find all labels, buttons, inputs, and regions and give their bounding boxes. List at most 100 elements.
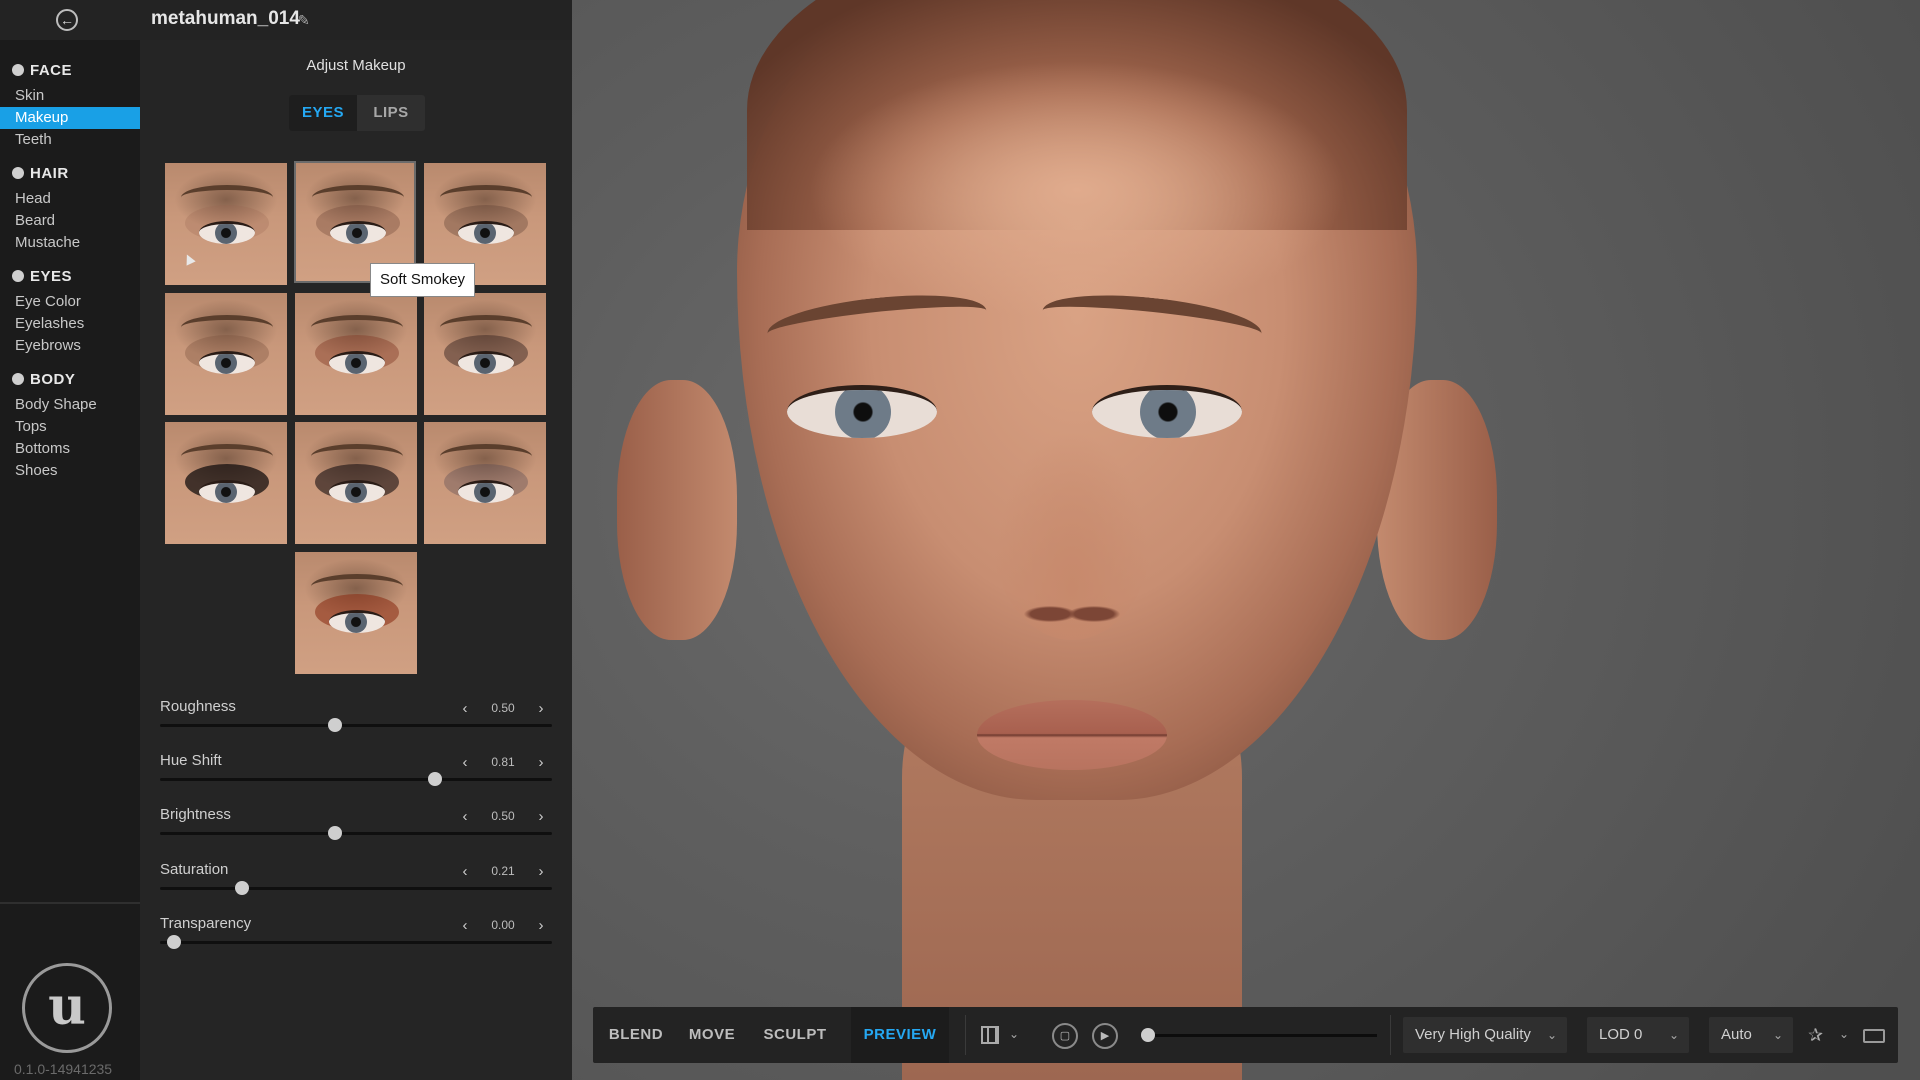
chevron-right-icon[interactable]: › [534,700,548,717]
preview-button[interactable]: PREVIEW [851,1007,949,1063]
chevron-left-icon[interactable]: ‹ [458,917,472,934]
chevron-down-icon[interactable]: ⌄ [1839,1027,1849,1041]
category-label: EYES [30,268,73,285]
makeup-preset-1[interactable] [165,163,287,285]
sidebar-item-beard[interactable]: Beard [0,210,140,232]
slider-handle[interactable] [328,718,342,732]
hue-shift-slider[interactable] [160,772,552,786]
divider [0,902,140,904]
lighting-icon[interactable]: ✰ [1808,1025,1823,1046]
sidebar-item-eyelashes[interactable]: Eyelashes [0,313,140,335]
sidebar-item-eyebrows[interactable]: Eyebrows [0,335,140,357]
character-name: metahuman_014 [151,8,300,29]
roughness-stepper: ‹ 0.50 › [458,698,548,718]
category-face[interactable]: FACE [12,62,72,79]
brightness-slider[interactable] [160,826,552,840]
sidebar-item-teeth[interactable]: Teeth [0,129,140,151]
chevron-right-icon[interactable]: › [534,863,548,880]
chevron-down-icon[interactable]: ⌄ [1009,1027,1019,1041]
arrow-left-circle-icon[interactable]: ← [56,9,78,31]
roughness-value: 0.50 [491,701,515,715]
slider-handle[interactable] [234,881,249,895]
move-button[interactable]: MOVE [677,1007,747,1063]
makeup-preset-9[interactable] [424,422,546,544]
chevron-right-icon[interactable]: › [534,917,548,934]
lod-dropdown[interactable]: LOD 0 ⌄ [1587,1017,1689,1053]
transparency-value: 0.00 [491,918,515,932]
makeup-preset-5[interactable] [295,293,417,415]
makeup-preset-7[interactable] [165,422,287,544]
keyboard-icon[interactable] [1863,1029,1885,1043]
face-icon [12,64,24,76]
sidebar-item-bottoms[interactable]: Bottoms [0,438,140,460]
camera-frame-icon[interactable] [981,1026,999,1044]
sidebar: FACE Skin Makeup Teeth HAIR Head Beard M… [0,40,140,1080]
roughness-slider[interactable] [160,718,552,732]
category-hair[interactable]: HAIR [12,165,69,182]
slider-handle[interactable] [167,935,181,949]
version-label: 0.1.0-14941235 [14,1061,113,1077]
body-icon [12,373,24,385]
preset-tooltip: Soft Smokey [370,263,476,297]
timeline-slider[interactable] [1141,1028,1377,1042]
category-label: BODY [30,371,76,388]
tab-lips[interactable]: LIPS [357,95,425,131]
toolbar-separator [965,1015,966,1055]
sidebar-item-skin[interactable]: Skin [0,85,140,107]
saturation-value: 0.21 [491,864,515,878]
quality-dropdown[interactable]: Very High Quality ⌄ [1403,1017,1567,1053]
sidebar-item-body-shape[interactable]: Body Shape [0,394,140,416]
auto-dropdown[interactable]: Auto ⌄ [1709,1017,1793,1053]
sidebar-item-makeup[interactable]: Makeup [0,107,140,129]
category-body[interactable]: BODY [12,371,75,388]
chevron-left-icon[interactable]: ‹ [458,700,472,717]
transparency-slider[interactable] [160,935,552,949]
saturation-stepper: ‹ 0.21 › [458,861,548,881]
blend-button[interactable]: BLEND [601,1007,671,1063]
sidebar-item-eye-color[interactable]: Eye Color [0,291,140,313]
quality-value: Very High Quality [1415,1026,1531,1043]
slider-label-hue-shift: Hue Shift [160,752,222,769]
character-ear-left [617,380,737,640]
slider-label-brightness: Brightness [160,806,231,823]
category-label: FACE [30,62,73,79]
character-viewport[interactable] [572,0,1920,1080]
saturation-slider[interactable] [160,881,552,895]
sidebar-item-mustache[interactable]: Mustache [0,232,140,254]
chevron-left-icon[interactable]: ‹ [458,863,472,880]
panel-title: Adjust Makeup [306,57,406,74]
chevron-left-icon[interactable]: ‹ [458,808,472,825]
top-bar: ← metahuman_014 ✎ [0,0,572,41]
makeup-preset-8[interactable] [295,422,417,544]
sidebar-item-shoes[interactable]: Shoes [0,460,140,482]
sidebar-item-head[interactable]: Head [0,188,140,210]
eye-icon [12,270,24,282]
timeline-handle[interactable] [1141,1028,1155,1042]
makeup-preset-6[interactable] [424,293,546,415]
sidebar-item-tops[interactable]: Tops [0,416,140,438]
toolbar-separator [1390,1015,1391,1055]
slider-handle[interactable] [328,826,342,840]
transparency-stepper: ‹ 0.00 › [458,915,548,935]
chevron-down-icon: ⌄ [1668,1028,1679,1042]
tab-eyes[interactable]: EYES [289,95,357,131]
chevron-left-icon[interactable]: ‹ [458,754,472,771]
pencil-icon[interactable]: ✎ [298,12,310,29]
category-eyes[interactable]: EYES [12,268,72,285]
viewport-toolbar: BLEND MOVE SCULPT PREVIEW ⌄ ▢ ▶ Very Hig… [593,1007,1898,1063]
sculpt-button[interactable]: SCULPT [753,1007,837,1063]
slider-handle[interactable] [427,772,442,786]
chevron-right-icon[interactable]: › [534,754,548,771]
tab-bar: EYES LIPS [289,95,425,131]
play-icon[interactable]: ▶ [1092,1023,1118,1049]
character-lips [977,700,1167,770]
auto-value: Auto [1721,1026,1752,1043]
character-forehead [807,60,1347,320]
makeup-preset-10[interactable] [295,552,417,674]
chevron-down-icon: ⌄ [1772,1028,1783,1042]
chevron-right-icon[interactable]: › [534,808,548,825]
unreal-engine-logo: u [22,963,112,1053]
makeup-preset-4[interactable] [165,293,287,415]
character-nostrils [1017,590,1127,630]
stop-icon[interactable]: ▢ [1052,1023,1078,1049]
